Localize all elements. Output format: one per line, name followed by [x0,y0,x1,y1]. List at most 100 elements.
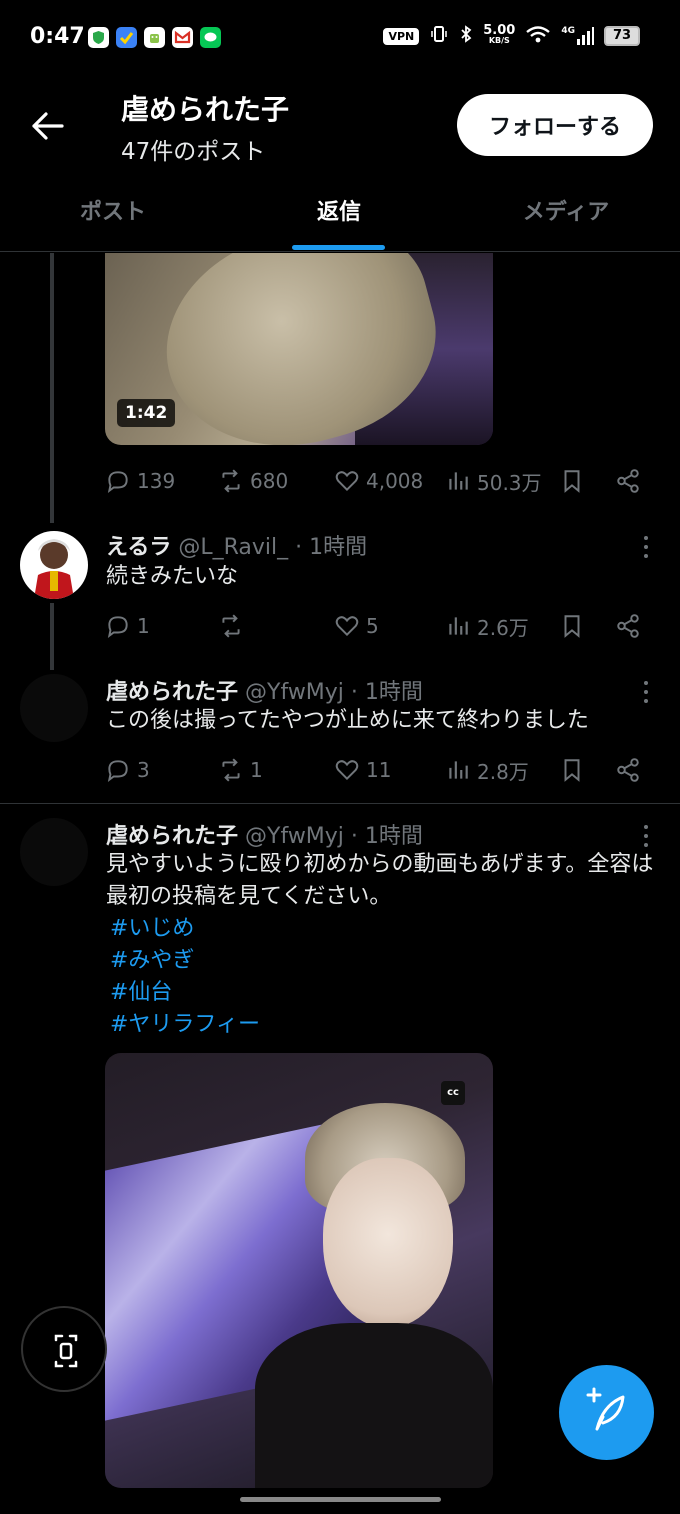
views-chart-icon [449,617,468,635]
hashtag-link[interactable]: #ヤリラフィー [110,1009,656,1041]
like-button[interactable]: 5 [334,608,379,644]
share-icon [617,469,639,493]
repost-button[interactable]: 1 [218,752,263,788]
like-count: 11 [366,758,392,782]
tweet-header: 虐められた子 @YfwMyj · 1時間 [106,818,423,850]
reply-tweet[interactable]: えるラ @L_Ravil_ · 1時間 続きみたいな 1 5 2.6万 [0,527,680,652]
bookmark-icon [564,615,580,638]
like-button[interactable]: 4,008 [334,463,423,499]
tab-replies[interactable]: 返信 [226,180,452,252]
tab-posts[interactable]: ポスト [0,180,226,252]
tweet-text: 見やすいように殴り初めからの動画もあげます。全容は最初の投稿を見てください。 #… [106,849,656,1041]
video-frame-jacket [255,1323,493,1488]
battery-icon: 73 [604,26,640,46]
tweet[interactable]: 虐められた子 @YfwMyj · 1時間 見やすいように殴り初めからの動画もあげ… [0,816,680,1056]
vibrate-icon [429,24,449,48]
tweet-divider [0,803,680,804]
thread-line [50,253,54,523]
views-button[interactable]: 2.8万 [445,752,529,788]
reply-tweet[interactable]: 虐められた子 @YfwMyj · 1時間 この後は撮ってたやつが止めに来て終わり… [0,672,680,802]
repost-button[interactable] [218,608,250,644]
bookmark-button[interactable] [559,752,585,788]
share-button[interactable] [615,752,641,788]
like-button[interactable]: 11 [334,752,391,788]
back-arrow-icon[interactable] [28,106,68,146]
display-name[interactable]: えるラ [106,535,171,560]
check-app-icon [116,27,137,48]
display-name[interactable]: 虐められた子 [106,824,238,849]
tweet-time: 1時間 [364,680,423,705]
views-count: 2.6万 [477,615,529,640]
avatar[interactable] [20,674,88,742]
repost-button[interactable]: 680 [218,463,288,499]
video-player[interactable]: cc [105,1053,493,1488]
repost-icon [222,614,240,638]
tweet-body: 見やすいように殴り初めからの動画もあげます。全容は最初の投稿を見てください。 [106,852,654,909]
page-title: 虐められた子 [121,93,290,126]
tweet-time: 1時間 [364,824,423,849]
user-handle[interactable]: @YfwMyj [245,680,344,705]
tab-media[interactable]: メディア [453,180,679,252]
share-icon [617,758,639,782]
bookmark-button[interactable] [559,608,585,644]
vpn-badge: VPN [383,27,420,45]
repost-count: 1 [250,758,263,782]
views-chart-icon [449,761,468,779]
active-tab-indicator [292,245,385,250]
bookmark-button[interactable] [559,463,585,499]
hashtag-link[interactable]: #みやぎ [110,945,656,977]
reply-icon [107,616,128,639]
more-options-icon[interactable] [640,824,652,848]
share-button[interactable] [615,463,641,499]
share-button[interactable] [615,608,641,644]
scan-frame-icon [54,1334,78,1368]
views-button[interactable]: 50.3万 [445,463,542,499]
reply-button[interactable]: 1 [105,608,150,644]
display-name[interactable]: 虐められた子 [106,680,238,705]
heart-icon [335,471,359,492]
views-chart-icon [449,472,468,490]
avatar[interactable] [20,531,88,599]
follow-button[interactable]: フォローする [457,94,653,156]
hashtag-link[interactable]: #仙台 [110,977,656,1009]
more-options-icon[interactable] [640,535,652,559]
avatar[interactable] [20,818,88,886]
compose-button[interactable] [559,1365,654,1460]
shield-app-icon [88,27,109,48]
bluetooth-icon [459,24,473,48]
user-handle[interactable]: @YfwMyj [245,824,344,849]
video-duration: 1:42 [117,399,176,427]
tweet-actions: 3 1 11 2.8万 [105,752,650,788]
tweet-text: この後は撮ってたやつが止めに来て終わりました [106,708,589,733]
reply-count: 1 [137,614,150,638]
line-icon [200,27,221,48]
dot-separator: · [350,680,358,705]
network-speed: 5.00 KB/S [483,23,516,45]
profile-tabs: ポスト 返信 メディア [0,180,680,252]
views-count: 2.8万 [477,759,529,784]
bookmark-icon [564,470,580,493]
home-indicator[interactable] [240,1497,441,1502]
tweet-header: えるラ @L_Ravil_ · 1時間 [106,529,367,561]
scan-button[interactable] [21,1306,107,1392]
video-frame-face [323,1158,453,1328]
user-handle[interactable]: @L_Ravil_ [178,535,288,560]
tweet-time: 1時間 [309,535,368,560]
system-indicators: VPN 5.00 KB/S 4G 73 [383,24,640,48]
heart-icon [335,616,359,637]
hashtag-link[interactable]: #いじめ [110,913,656,945]
closed-captions-icon[interactable]: cc [441,1081,465,1105]
reply-button[interactable]: 3 [105,752,150,788]
views-count: 50.3万 [477,470,542,495]
compose-feather-icon [586,1387,625,1431]
status-bar: 0:47 VPN 5.00 KB/S 4G 73 [0,0,680,80]
more-options-icon[interactable] [640,680,652,704]
video-player[interactable]: 1:42 [105,253,493,445]
share-icon [617,614,639,638]
gmail-icon [172,27,193,48]
views-button[interactable]: 2.6万 [445,608,529,644]
status-time: 0:47 [30,24,85,49]
android-app-icon [144,27,165,48]
dot-separator: · [350,824,358,849]
reply-button[interactable]: 139 [105,463,175,499]
